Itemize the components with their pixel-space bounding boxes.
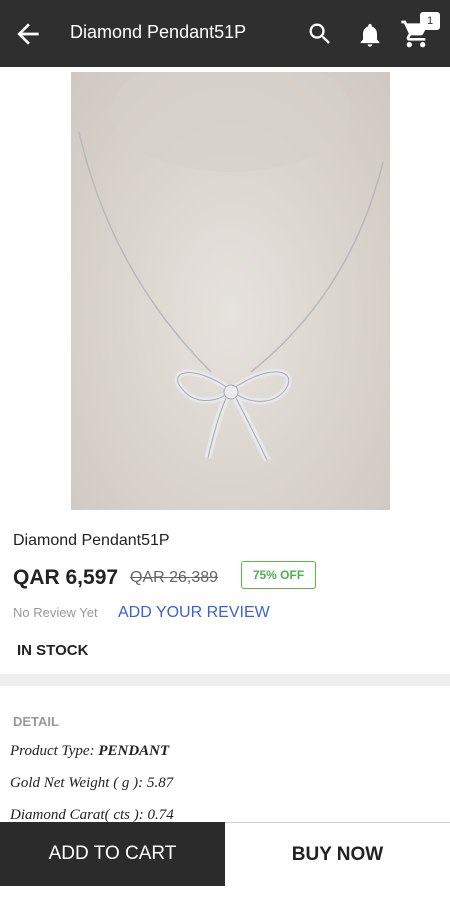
detail-label: Product Type:: [10, 743, 99, 759]
add-to-cart-button[interactable]: ADD TO CART: [0, 822, 225, 886]
app-bar: Diamond Pendant51P 1: [0, 0, 450, 67]
add-review-link[interactable]: ADD YOUR REVIEW: [118, 604, 270, 622]
product-price: QAR 6,597: [13, 566, 119, 589]
page-title: Diamond Pendant51P: [70, 22, 247, 42]
detail-value: 0.74: [147, 807, 174, 823]
detail-label: Diamond Carat( cts ):: [10, 807, 148, 823]
bell-icon[interactable]: [356, 21, 384, 49]
detail-row-gold-weight: Gold Net Weight ( g ): 5.87: [10, 775, 173, 792]
detail-value: 5.87: [146, 775, 174, 791]
detail-value: PENDANT: [98, 743, 170, 759]
buy-now-button[interactable]: BUY NOW: [225, 822, 450, 886]
original-price: QAR 26,389: [130, 569, 219, 586]
necklace-illustration: [78, 72, 384, 462]
bottom-action-bar: ADD TO CART BUY NOW: [0, 822, 450, 886]
section-divider: [0, 674, 450, 686]
back-arrow-icon[interactable]: [12, 18, 44, 50]
product-name: Diamond Pendant51P: [13, 532, 170, 549]
search-icon[interactable]: [306, 20, 334, 48]
detail-heading: DETAIL: [13, 714, 59, 729]
detail-row-product-type: Product Type: PENDANT: [10, 743, 169, 760]
product-image[interactable]: [71, 72, 390, 510]
stock-status: IN STOCK: [17, 642, 89, 659]
cart-count-badge: 1: [420, 12, 440, 30]
review-status: No Review Yet: [13, 605, 98, 620]
discount-badge: 75% OFF: [241, 561, 316, 589]
detail-label: Gold Net Weight ( g ):: [10, 775, 147, 791]
